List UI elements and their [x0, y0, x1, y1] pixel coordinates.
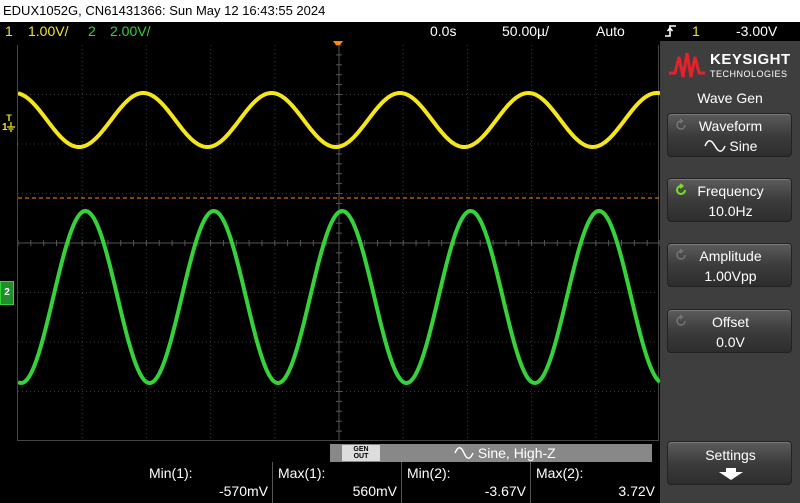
- measurement-label: Max(1):: [278, 465, 326, 481]
- measurement-max1[interactable]: Max(1): 560mV: [272, 462, 401, 503]
- measurement-min1[interactable]: Min(1): -570mV: [143, 462, 272, 503]
- frequency-softkey[interactable]: Frequency 10.0Hz: [667, 178, 792, 222]
- wavegen-status-text: Sine, High-Z: [477, 445, 556, 461]
- status-bar: 1 1.00V/ 2 2.00V/ 0.0s 50.00µ/ Auto 1 -3…: [0, 22, 800, 41]
- window-title: EDUX1052G, CN61431366: Sun May 12 16:43:…: [0, 0, 800, 22]
- waveform-display[interactable]: [17, 45, 660, 441]
- ch2-scale[interactable]: 2.00V/: [110, 22, 150, 41]
- measurement-value: 3.72V: [618, 483, 655, 499]
- offset-softkey[interactable]: Offset 0.0V: [667, 309, 792, 353]
- softkey-title: Settings: [705, 447, 756, 463]
- ch2-marker-label: 2: [4, 287, 10, 298]
- gen-out-indicator[interactable]: GEN OUT: [342, 445, 380, 461]
- measurement-min2[interactable]: Min(2): -3.67V: [401, 462, 530, 503]
- settings-softkey[interactable]: Settings: [667, 441, 792, 485]
- trigger-level[interactable]: -3.00V: [736, 22, 777, 41]
- measurement-value: 560mV: [352, 483, 397, 499]
- softkey-value: 10.0Hz: [708, 203, 753, 219]
- sine-wave-icon: [454, 447, 474, 459]
- trigger-source[interactable]: 1: [692, 22, 700, 41]
- ch2-ground-marker[interactable]: 2: [0, 281, 14, 305]
- brand-subtitle: TECHNOLOGIES: [710, 69, 788, 79]
- measurement-label: Min(1):: [149, 465, 193, 481]
- time-delay[interactable]: 0.0s: [430, 22, 456, 41]
- softkey-panel: KEYSIGHT TECHNOLOGIES Wave Gen Waveform …: [660, 41, 800, 503]
- gen-out-line2: OUT: [353, 453, 369, 460]
- softkey-value-text: Sine: [729, 138, 758, 154]
- measurement-label: Max(2):: [536, 465, 584, 481]
- measurement-value: -570mV: [218, 483, 268, 499]
- softkey-title: Frequency: [697, 183, 764, 199]
- wavegen-status: Sine, High-Z: [454, 444, 556, 462]
- gen-out-line1: GEN: [353, 446, 369, 453]
- time-scale[interactable]: 50.00µ/: [502, 22, 549, 41]
- softkey-value: Sine: [668, 137, 793, 155]
- keysight-logo: KEYSIGHT TECHNOLOGIES: [668, 49, 794, 83]
- waveform-softkey[interactable]: Waveform Sine: [667, 113, 792, 157]
- softkey-title: Waveform: [698, 118, 763, 134]
- arrow-down-icon: [719, 468, 743, 480]
- trigger-mode[interactable]: Auto: [596, 22, 625, 41]
- ch1-scale[interactable]: 1.00V/: [28, 22, 68, 41]
- ch1-ground-marker[interactable]: T 1: [1, 113, 17, 138]
- sine-wave-icon: [703, 140, 726, 152]
- ch2-number[interactable]: 2: [88, 22, 96, 41]
- measurement-bar: Min(1): -570mV Max(1): 560mV Min(2): -3.…: [143, 462, 659, 503]
- measurement-value: -3.67V: [484, 483, 526, 499]
- brand-name: KEYSIGHT: [710, 51, 791, 68]
- softkey-title: Offset: [711, 314, 750, 330]
- keysight-wave-icon: [669, 52, 705, 78]
- wavegen-status-bar: GEN OUT Sine, High-Z: [330, 444, 652, 462]
- measurement-label: Min(2):: [407, 465, 451, 481]
- waveform-canvas: [18, 45, 660, 441]
- amplitude-softkey[interactable]: Amplitude 1.00Vpp: [667, 243, 792, 287]
- menu-title: Wave Gen: [697, 90, 763, 106]
- softkey-value: 1.00Vpp: [704, 268, 757, 284]
- ch1-number[interactable]: 1: [5, 22, 13, 41]
- measurement-max2[interactable]: Max(2): 3.72V: [530, 462, 659, 503]
- softkey-title: Amplitude: [699, 248, 762, 264]
- softkey-value: 0.0V: [716, 334, 745, 350]
